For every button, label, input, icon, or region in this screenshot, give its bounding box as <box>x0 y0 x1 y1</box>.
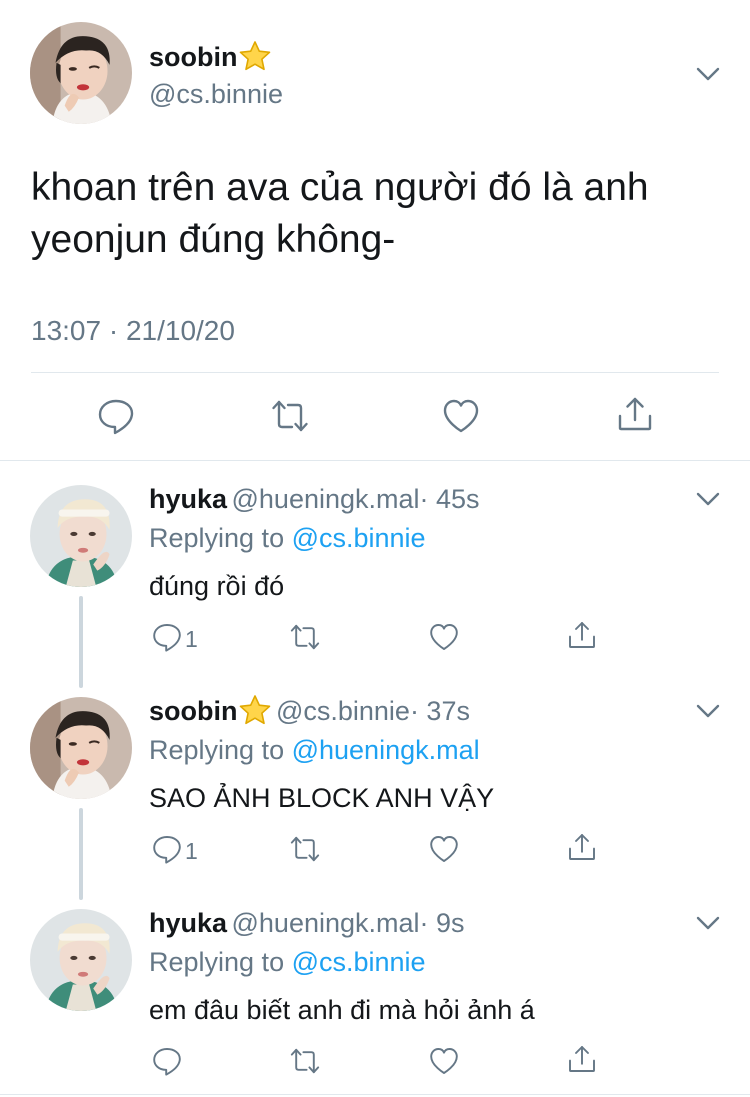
replying-to-label: Replying to <box>149 523 292 553</box>
divider <box>31 372 719 373</box>
retweet-icon <box>289 1045 321 1082</box>
user-handle[interactable]: @cs.binnie <box>276 696 410 726</box>
heart-icon <box>428 621 460 658</box>
retweet-button[interactable] <box>289 1045 321 1082</box>
retweet-button[interactable] <box>289 833 321 870</box>
reply-text: SAO ẢNH BLOCK ANH VẬY <box>149 783 495 813</box>
heart-icon <box>441 396 481 441</box>
speech-bubble-icon <box>151 833 183 870</box>
reply-time: · 37s <box>409 696 470 726</box>
share-button[interactable] <box>615 394 655 439</box>
tweet-text: khoan trên ava của người đó là anh yeonj… <box>31 162 649 266</box>
avatar[interactable] <box>30 697 132 799</box>
share-upload-icon <box>615 394 655 439</box>
speech-bubble-icon <box>96 396 136 441</box>
reply-button[interactable] <box>151 1045 185 1082</box>
reply-time: · 45s <box>419 484 480 514</box>
reply-text: đúng rồi đó <box>149 571 285 601</box>
like-button[interactable] <box>428 621 460 658</box>
display-name[interactable]: soobin <box>149 696 238 726</box>
share-button[interactable] <box>566 831 598 868</box>
tweet-text-line: khoan trên ava của người đó là anh <box>31 166 649 209</box>
replying-to: Replying to @cs.binnie <box>149 519 426 557</box>
chevron-down-icon[interactable] <box>694 489 722 509</box>
replying-to-label: Replying to <box>149 947 292 977</box>
reply-count: 1 <box>185 838 198 864</box>
display-name[interactable]: hyuka <box>149 484 227 514</box>
reply-header: soobin @cs.binnie· 37s <box>149 692 470 735</box>
reply-header: hyuka @hueningk.mal· 45s <box>149 480 480 523</box>
tweet-timestamp[interactable]: 13:07 · 21/10/20 <box>31 313 235 349</box>
thread-line <box>79 596 83 688</box>
author-name-row[interactable]: soobin <box>149 39 272 80</box>
retweet-icon <box>289 621 321 658</box>
reply-header: hyuka @hueningk.mal· 9s <box>149 904 465 947</box>
share-button[interactable] <box>566 619 598 656</box>
retweet-button[interactable] <box>270 396 310 441</box>
speech-bubble-icon <box>151 1045 183 1082</box>
reply-time: · 9s <box>419 908 465 938</box>
mention-link[interactable]: @cs.binnie <box>292 523 426 553</box>
tweet-text-line: yeonjun đúng không- <box>31 218 396 261</box>
reply-button[interactable] <box>96 396 136 441</box>
replying-to: Replying to @cs.binnie <box>149 943 426 981</box>
user-handle[interactable]: @hueningk.mal <box>232 484 420 514</box>
heart-icon <box>428 1045 460 1082</box>
section-divider <box>0 460 750 461</box>
bottom-divider <box>0 1094 750 1095</box>
user-handle[interactable]: @hueningk.mal <box>232 908 420 938</box>
chevron-down-icon[interactable] <box>694 64 722 84</box>
reply-button[interactable]: 1 <box>151 621 198 658</box>
reply-text: em đâu biết anh đi mà hỏi ảnh á <box>149 995 535 1025</box>
avatar[interactable] <box>30 909 132 1011</box>
display-name[interactable]: hyuka <box>149 908 227 938</box>
like-button[interactable] <box>428 1045 460 1082</box>
thread-line <box>79 808 83 900</box>
star-emoji-icon <box>238 40 272 72</box>
star-emoji-icon <box>238 694 272 726</box>
share-upload-icon <box>566 1043 598 1080</box>
avatar[interactable] <box>30 485 132 587</box>
heart-icon <box>428 833 460 870</box>
reply-button[interactable]: 1 <box>151 833 198 870</box>
retweet-icon <box>289 833 321 870</box>
retweet-button[interactable] <box>289 621 321 658</box>
share-button[interactable] <box>566 1043 598 1080</box>
mention-link[interactable]: @hueningk.mal <box>292 735 480 765</box>
reply-count: 1 <box>185 626 198 652</box>
avatar[interactable] <box>30 22 132 124</box>
display-name[interactable]: soobin <box>149 42 238 72</box>
chevron-down-icon[interactable] <box>694 701 722 721</box>
mention-link[interactable]: @cs.binnie <box>292 947 426 977</box>
speech-bubble-icon <box>151 621 183 658</box>
retweet-icon <box>270 396 310 441</box>
chevron-down-icon[interactable] <box>694 913 722 933</box>
user-handle[interactable]: @cs.binnie <box>149 76 283 112</box>
replying-to-label: Replying to <box>149 735 292 765</box>
replying-to: Replying to @hueningk.mal <box>149 731 480 769</box>
share-upload-icon <box>566 619 598 656</box>
like-button[interactable] <box>428 833 460 870</box>
like-button[interactable] <box>441 396 481 441</box>
share-upload-icon <box>566 831 598 868</box>
